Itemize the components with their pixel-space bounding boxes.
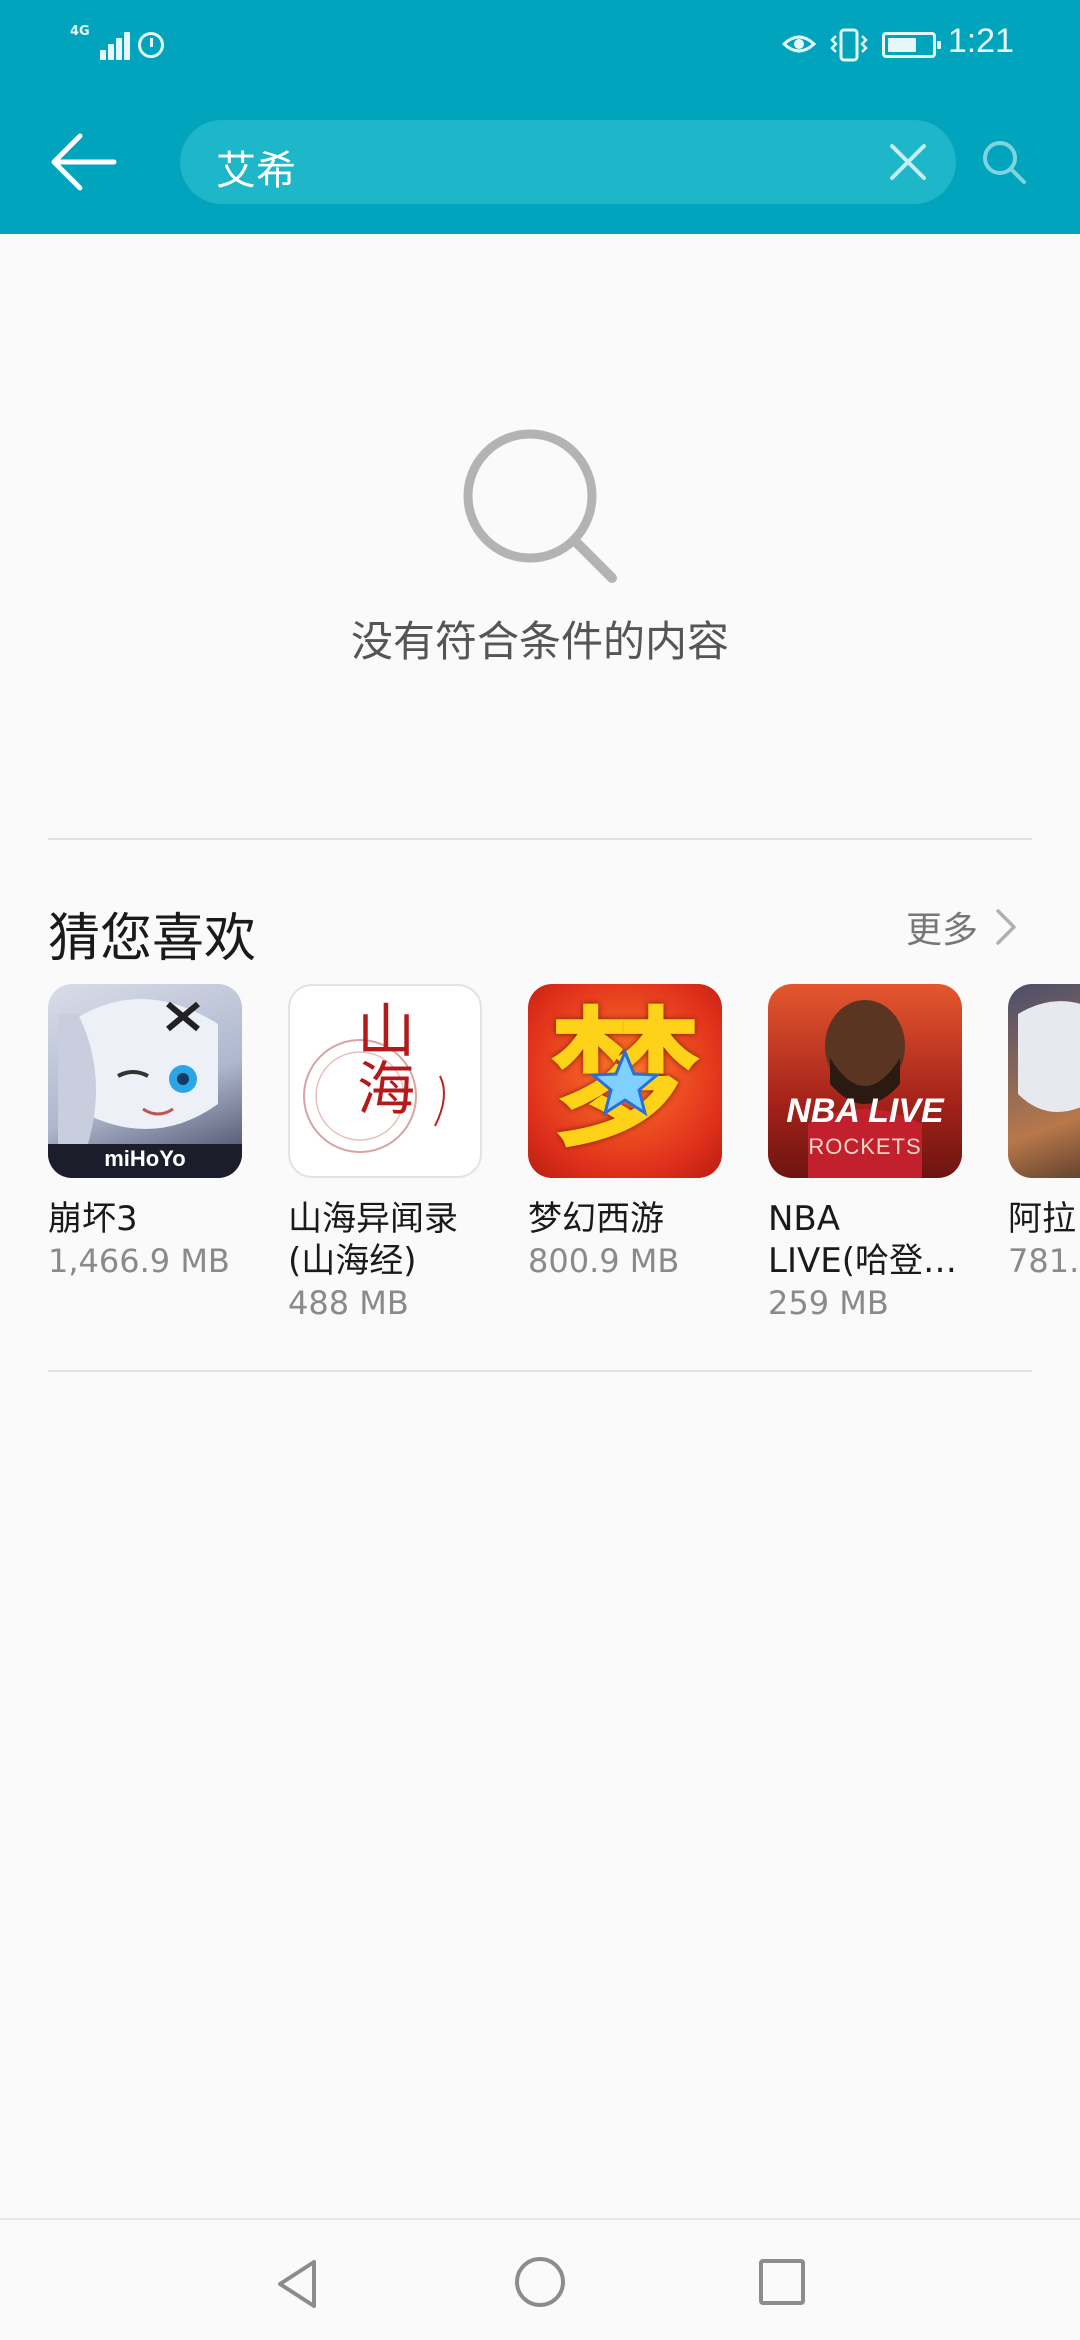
app-size: 1,466.9 MB <box>48 1242 230 1280</box>
vibrate-icon <box>830 28 868 62</box>
app-size: 259 MB <box>768 1284 889 1322</box>
app-item[interactable]: miHoYo 崩坏3 1,466.9 MB <box>48 984 248 1282</box>
navigation-bar <box>0 2218 1080 2340</box>
app-item[interactable]: 山海 山海异闻录(山海经) 488 MB <box>288 984 488 1324</box>
app-name[interactable]: 梦幻西游 <box>528 1198 728 1240</box>
app-size: 800.9 MB <box>528 1242 680 1280</box>
divider <box>48 1370 1032 1372</box>
nav-recent-apps-icon[interactable] <box>754 2254 810 2310</box>
empty-result-message: 没有符合条件的内容 <box>350 617 729 666</box>
more-link[interactable]: 更多 <box>906 902 1020 952</box>
network-type: 4G <box>70 24 90 39</box>
signal-icon: 4G <box>70 24 130 60</box>
recommended-apps-row: miHoYo 崩坏3 1,466.9 MB 山海 山海异闻录(山海经) 488 … <box>48 984 1080 1344</box>
section-title: 猜您喜欢 <box>48 909 257 969</box>
app-name[interactable]: 山海异闻录(山海经) <box>288 1198 488 1282</box>
clear-icon[interactable] <box>886 140 930 184</box>
app-item[interactable]: 梦 梦幻西游 800.9 MB <box>528 984 728 1282</box>
app-store-search-page: 4G 1:21 艾希 没有符合条件的内容 猜您喜欢 更多 miHoYo 崩坏3 … <box>0 0 1080 2340</box>
icon-label: NBA LIVE <box>786 1092 944 1130</box>
search-icon[interactable] <box>980 138 1028 186</box>
divider <box>48 838 1032 840</box>
app-name[interactable]: 崩坏3 <box>48 1198 248 1240</box>
timer-icon <box>138 32 164 58</box>
app-item[interactable]: 阿拉 781.5 <box>1008 984 1080 1282</box>
clock: 1:21 <box>947 22 1014 60</box>
icon-sublabel: ROCKETS <box>808 1134 922 1159</box>
no-results-search-icon <box>463 429 617 583</box>
app-name[interactable]: NBA LIVE(哈登… <box>768 1198 968 1282</box>
chevron-right-icon[interactable] <box>990 907 1020 947</box>
menghuan-xiyou-icon[interactable]: 梦 <box>528 984 722 1178</box>
back-arrow-button[interactable] <box>44 126 120 198</box>
app-name[interactable]: 阿拉 <box>1008 1198 1080 1240</box>
status-bar: 4G 1:21 <box>0 0 1080 92</box>
eye-comfort-icon <box>782 35 816 53</box>
app-size: 488 MB <box>288 1284 409 1322</box>
app-size: 781.5 <box>1008 1242 1080 1280</box>
nav-home-icon[interactable] <box>512 2254 568 2310</box>
partial-app-icon[interactable] <box>1008 984 1080 1178</box>
more-label[interactable]: 更多 <box>906 901 978 953</box>
nba-live-icon[interactable]: NBA LIVE ROCKETS <box>768 984 962 1178</box>
search-input[interactable]: 艾希 <box>180 120 956 204</box>
icon-label: 山海 <box>347 1000 415 1116</box>
battery-icon <box>882 32 941 58</box>
search-query-text[interactable]: 艾希 <box>216 138 296 196</box>
shanhai-icon[interactable]: 山海 <box>288 984 482 1178</box>
app-item[interactable]: NBA LIVE ROCKETS NBA LIVE(哈登… 259 MB <box>768 984 968 1324</box>
honkai-impact-3-icon[interactable]: miHoYo <box>48 984 242 1178</box>
header: 4G 1:21 艾希 <box>0 0 1080 234</box>
icon-label: miHoYo <box>104 1146 186 1171</box>
nav-back-icon[interactable] <box>270 2256 326 2312</box>
